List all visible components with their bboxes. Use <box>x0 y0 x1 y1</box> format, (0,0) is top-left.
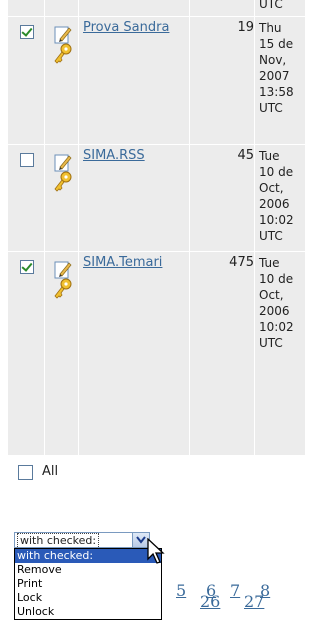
page-link-7[interactable]: 7 <box>230 581 240 600</box>
date-cell: UTC <box>259 0 283 11</box>
date-cell: Tue 10 de Oct, 2006 10:02 UTC <box>259 256 294 350</box>
key-icon[interactable] <box>53 43 73 65</box>
table-row: SIMA.RSS 45 Tue 10 de Oct, 2006 10:02 UT… <box>8 145 305 252</box>
file-name-link[interactable]: Prova Sandra <box>83 20 187 36</box>
file-name-link[interactable]: SIMA.Temari <box>83 255 187 271</box>
date-cell: Tue 10 de Oct, 2006 10:02 UTC <box>259 149 294 243</box>
select-all-checkbox[interactable] <box>18 465 33 480</box>
item-count: 45 <box>237 148 254 163</box>
option-with-checked[interactable]: with checked: <box>15 549 161 563</box>
row-checkbox[interactable] <box>20 260 34 274</box>
option-remove[interactable]: Remove <box>15 563 161 577</box>
date-cell: Thu 15 de Nov, 2007 13:58 UTC <box>259 21 294 115</box>
table-row-fragment: UTC <box>8 0 305 17</box>
item-count: 19 <box>237 20 254 35</box>
page-link-26[interactable]: 26 <box>200 592 220 611</box>
mouse-cursor-icon <box>147 538 165 564</box>
file-name-link[interactable]: SIMA.RSS <box>83 148 187 164</box>
bulk-action-select[interactable]: with checked: <box>14 532 150 549</box>
option-lock[interactable]: Lock <box>15 591 161 605</box>
pencil-icon[interactable] <box>54 153 72 173</box>
select-all-label: All <box>42 464 59 479</box>
pencil-icon[interactable] <box>54 260 72 280</box>
table-row: Prova Sandra 19 Thu 15 de Nov, 2007 13:5… <box>8 17 305 145</box>
file-table: UTC Prova Sandra 19 Thu 15 de Nov, 2007 … <box>8 0 305 455</box>
key-icon[interactable] <box>53 171 73 193</box>
option-print[interactable]: Print <box>15 577 161 591</box>
page-link-27[interactable]: 27 <box>244 592 264 611</box>
table-row: SIMA.Temari 475 Tue 10 de Oct, 2006 10:0… <box>8 252 305 455</box>
row-checkbox[interactable] <box>20 153 34 167</box>
key-icon[interactable] <box>53 278 73 300</box>
select-current-value: with checked: <box>17 533 100 549</box>
pencil-icon[interactable] <box>54 25 72 45</box>
item-count: 475 <box>229 255 254 270</box>
option-unlock[interactable]: Unlock <box>15 605 161 619</box>
page-link-5[interactable]: 5 <box>176 581 186 600</box>
row-checkbox[interactable] <box>20 25 34 39</box>
bulk-action-options: with checked: Remove Print Lock Unlock <box>14 548 162 620</box>
